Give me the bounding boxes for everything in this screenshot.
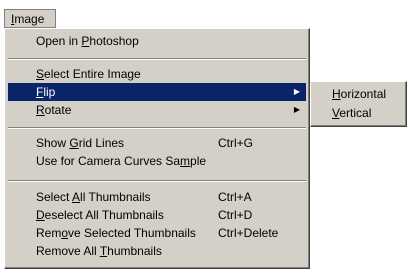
- submenu-arrow-icon: ▶: [293, 105, 300, 114]
- submenu-item-label: Vertical: [332, 106, 372, 120]
- menu-item-flip[interactable]: Flip ▶: [8, 83, 306, 101]
- submenu-item-label: Horizontal: [332, 87, 387, 101]
- menu-separator: [8, 58, 306, 60]
- submenu-item-vertical[interactable]: Vertical: [314, 104, 403, 122]
- menu-item-label: Select All Thumbnails: [36, 190, 151, 204]
- menu-item-shortcut: Ctrl+Delete: [218, 226, 279, 240]
- menu-item-label: Show Grid Lines: [36, 136, 125, 150]
- menu-item-camera-curves[interactable]: Use for Camera Curves Sample: [8, 152, 306, 170]
- menu-item-label: Deselect All Thumbnails: [36, 208, 164, 222]
- menu-item-deselect-all-thumbnails[interactable]: Deselect All Thumbnails Ctrl+D: [8, 206, 306, 224]
- menu-item-shortcut: Ctrl+D: [218, 208, 253, 222]
- submenu-item-horizontal[interactable]: Horizontal: [314, 85, 403, 103]
- menu-item-label: Flip: [36, 85, 56, 99]
- menu-item-rotate[interactable]: Rotate ▶: [8, 101, 306, 119]
- menu-separator: [8, 127, 306, 129]
- submenu-arrow-icon: ▶: [293, 87, 300, 96]
- menu-item-label: Open in Photoshop: [36, 34, 139, 48]
- menu-item-label: Remove All Thumbnails: [36, 244, 162, 258]
- menu-item-select-entire-image[interactable]: Select Entire Image: [8, 65, 306, 83]
- image-dropdown-menu: Open in Photoshop Select Entire Image Fl…: [4, 28, 310, 269]
- menu-item-label: Remove Selected Thumbnails: [36, 226, 196, 240]
- flip-submenu: Horizontal Vertical: [310, 81, 407, 127]
- menu-separator: [8, 180, 306, 182]
- menu-item-shortcut: Ctrl+G: [218, 136, 254, 150]
- image-menu-title[interactable]: Image: [4, 9, 56, 28]
- menu-item-remove-selected-thumbnails[interactable]: Remove Selected Thumbnails Ctrl+Delete: [8, 224, 306, 242]
- image-menu-title-rest: mage: [14, 12, 45, 26]
- menu-item-open-in-photoshop[interactable]: Open in Photoshop: [8, 32, 306, 50]
- menu-item-remove-all-thumbnails[interactable]: Remove All Thumbnails: [8, 242, 306, 260]
- menu-item-show-grid-lines[interactable]: Show Grid Lines Ctrl+G: [8, 134, 306, 152]
- menu-item-select-all-thumbnails[interactable]: Select All Thumbnails Ctrl+A: [8, 188, 306, 206]
- menu-item-shortcut: Ctrl+A: [218, 190, 252, 204]
- menu-item-label: Rotate: [36, 103, 72, 117]
- menu-item-label: Select Entire Image: [36, 67, 141, 81]
- menu-item-label: Use for Camera Curves Sample: [36, 154, 207, 168]
